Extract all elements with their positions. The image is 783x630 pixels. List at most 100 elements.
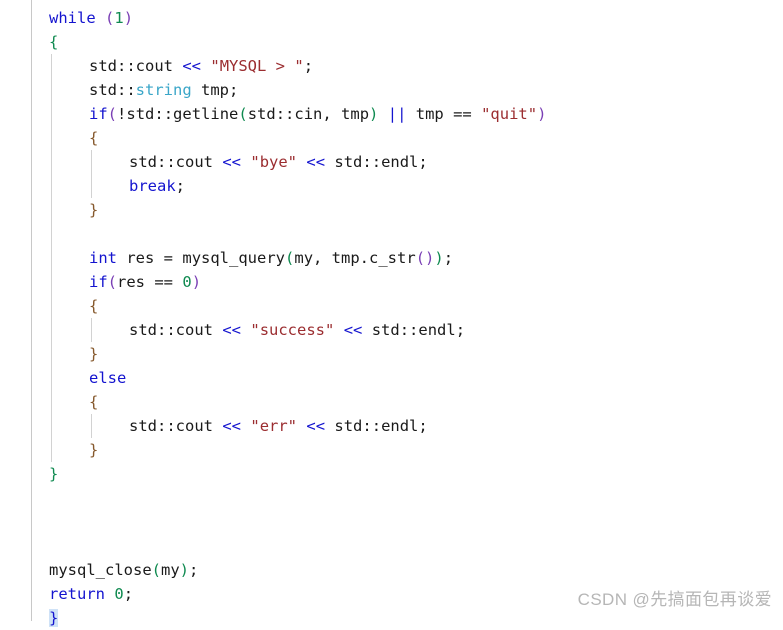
code-token: << bbox=[182, 57, 202, 75]
code-token: break bbox=[129, 177, 176, 195]
code-line-content: mysql_close(my); bbox=[49, 558, 198, 582]
code-line-content: } bbox=[49, 462, 58, 486]
code-line-content: } bbox=[49, 342, 98, 366]
code-token: "success" bbox=[250, 321, 335, 339]
code-line-content: std::cout << "success" << std::endl; bbox=[49, 318, 465, 342]
code-line[interactable]: { bbox=[49, 390, 779, 414]
code-line[interactable] bbox=[49, 510, 779, 534]
code-line[interactable]: mysql_close(my); bbox=[49, 558, 779, 582]
code-token: ) bbox=[537, 105, 547, 123]
code-token: { bbox=[89, 129, 99, 147]
code-line[interactable] bbox=[49, 222, 779, 246]
code-line[interactable]: } bbox=[49, 438, 779, 462]
code-line[interactable]: std::string tmp; bbox=[49, 78, 779, 102]
code-token: :: bbox=[157, 153, 176, 171]
code-token: cout bbox=[175, 321, 213, 339]
code-token: :: bbox=[362, 153, 382, 171]
code-token: if bbox=[89, 105, 108, 123]
indent-guide bbox=[51, 294, 52, 318]
indent-guide bbox=[51, 414, 52, 438]
code-token: "err" bbox=[250, 417, 298, 435]
code-token: 1 bbox=[114, 9, 124, 27]
code-line-content: else bbox=[49, 366, 126, 390]
indent-guide bbox=[51, 270, 52, 294]
code-line[interactable]: std::cout << "MYSQL > "; bbox=[49, 54, 779, 78]
code-token: std bbox=[129, 321, 157, 339]
code-token: << bbox=[306, 417, 326, 435]
code-token: string bbox=[135, 81, 192, 99]
indent-guide bbox=[51, 174, 52, 198]
code-line[interactable]: while (1) bbox=[49, 6, 779, 30]
code-line[interactable] bbox=[49, 486, 779, 510]
code-token: mysql_close bbox=[49, 561, 152, 579]
code-token: ( bbox=[107, 105, 118, 123]
code-line[interactable]: { bbox=[49, 30, 779, 54]
code-token: "MYSQL > " bbox=[210, 57, 304, 75]
gutter-separator-line bbox=[31, 0, 32, 621]
code-token: ; bbox=[175, 177, 186, 195]
code-line[interactable]: { bbox=[49, 126, 779, 150]
code-editor[interactable]: while (1){std::cout << "MYSQL > "; std::s… bbox=[0, 0, 783, 627]
code-token: std bbox=[129, 417, 157, 435]
indent-guide bbox=[91, 318, 92, 342]
code-line-content: } bbox=[49, 438, 98, 462]
code-token: :: bbox=[154, 105, 174, 123]
code-lines-container[interactable]: while (1){std::cout << "MYSQL > "; std::s… bbox=[49, 6, 779, 630]
code-line-content: std::cout << "bye" << std::endl; bbox=[49, 150, 428, 174]
code-token: return bbox=[49, 585, 105, 603]
code-line-content: { bbox=[49, 30, 58, 54]
code-line[interactable] bbox=[49, 534, 779, 558]
code-token: "bye" bbox=[250, 153, 298, 171]
code-token: endl bbox=[381, 153, 419, 171]
indent-guide bbox=[91, 174, 92, 198]
code-token: ( bbox=[105, 9, 115, 27]
code-token: "quit" bbox=[481, 105, 538, 123]
code-token: << bbox=[222, 321, 242, 339]
code-token: , tmp bbox=[322, 105, 370, 123]
code-line-content: { bbox=[49, 126, 98, 150]
code-line[interactable]: if(res == 0) bbox=[49, 270, 779, 294]
code-token: std bbox=[334, 153, 363, 171]
code-token: { bbox=[49, 33, 59, 51]
code-line[interactable]: { bbox=[49, 294, 779, 318]
code-line[interactable]: if(!std::getline(std::cin, tmp) || tmp =… bbox=[49, 102, 779, 126]
code-token: } bbox=[49, 609, 59, 627]
code-token: :: bbox=[117, 81, 136, 99]
code-token: cin bbox=[294, 105, 323, 123]
indent-guide bbox=[51, 54, 52, 78]
code-line[interactable]: int res = mysql_query(my, tmp.c_str()); bbox=[49, 246, 779, 270]
code-line[interactable]: else bbox=[49, 366, 779, 390]
code-token: ) bbox=[179, 561, 190, 579]
csdn-watermark: CSDN @先搞面包再谈爱 bbox=[577, 590, 772, 609]
indent-guide bbox=[51, 102, 52, 126]
code-token: ) bbox=[369, 105, 379, 123]
code-line-content: while (1) bbox=[49, 6, 133, 30]
code-line-content: } bbox=[49, 198, 98, 222]
code-token: my bbox=[161, 561, 180, 579]
indent-guide bbox=[51, 318, 52, 342]
code-line[interactable]: } bbox=[49, 462, 779, 486]
code-token: res bbox=[117, 249, 164, 267]
code-line[interactable]: } bbox=[49, 342, 779, 366]
code-line[interactable]: std::cout << "bye" << std::endl; bbox=[49, 150, 779, 174]
indent-guide bbox=[51, 222, 52, 246]
code-line[interactable]: std::cout << "err" << std::endl; bbox=[49, 414, 779, 438]
code-line-content: int res = mysql_query(my, tmp.c_str()); bbox=[49, 246, 453, 270]
code-line[interactable]: } bbox=[49, 198, 779, 222]
code-token: tmp bbox=[406, 105, 454, 123]
code-line[interactable]: std::cout << "success" << std::endl; bbox=[49, 318, 779, 342]
code-token: ( bbox=[285, 249, 295, 267]
code-line[interactable]: break; bbox=[49, 174, 779, 198]
